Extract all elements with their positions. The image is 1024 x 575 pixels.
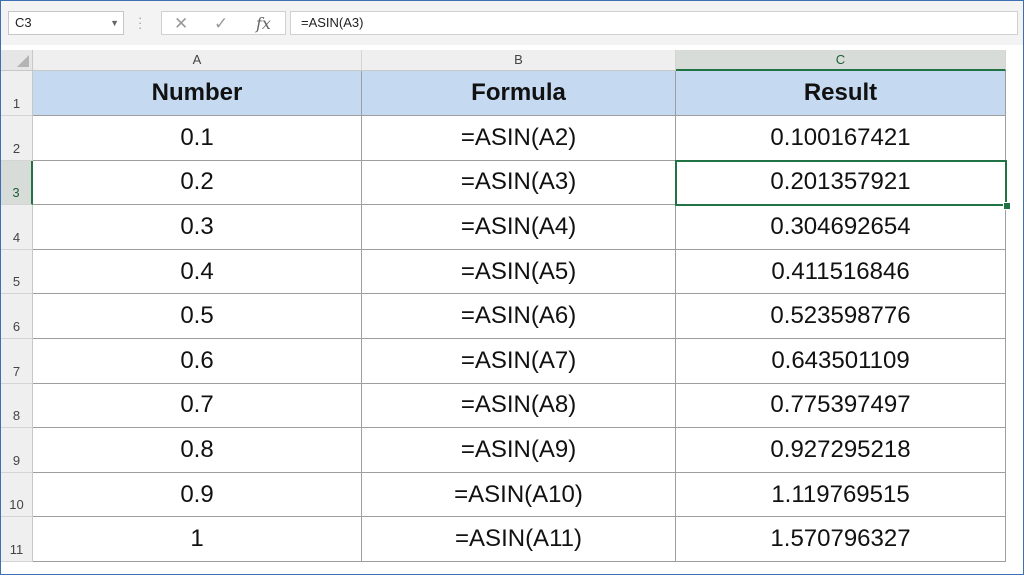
table-cell-result[interactable]: 0.775397497 (676, 383, 1006, 429)
select-all-icon (17, 55, 29, 67)
table-header-cell[interactable]: Number (33, 71, 362, 116)
row-header-1[interactable]: 1 (1, 71, 33, 116)
row-header-6[interactable]: 6 (1, 294, 33, 339)
close-icon[interactable]: ✕ (174, 14, 188, 34)
fill-handle[interactable] (1003, 202, 1011, 210)
formula-input[interactable]: =ASIN(A3) (290, 11, 1018, 35)
formula-buttons: ✕ ✓ fx (161, 11, 286, 35)
table-cell-number[interactable]: 0.4 (33, 249, 362, 295)
chevron-down-icon[interactable]: ▼ (110, 12, 119, 34)
table-cell-number[interactable]: 0.1 (33, 116, 362, 161)
table-cell-result[interactable]: 0.304692654 (676, 205, 1006, 250)
drag-handle-icon[interactable]: · · · (138, 11, 142, 34)
row-number: 2 (12, 140, 21, 156)
row-number: 7 (12, 363, 21, 379)
table-cell-number[interactable]: 0.5 (33, 294, 362, 339)
table-cell-formula[interactable]: =ASIN(A10) (362, 472, 676, 518)
column-header-b[interactable]: B (362, 50, 676, 71)
table-cell-number[interactable]: 0.8 (33, 428, 362, 473)
table-cell-formula[interactable]: =ASIN(A11) (362, 517, 676, 562)
table-cell-formula[interactable]: =ASIN(A7) (362, 339, 676, 384)
name-box[interactable]: C3 ▼ (8, 11, 124, 35)
column-header-c[interactable]: C (676, 50, 1006, 71)
table-cell-result[interactable]: 0.523598776 (676, 294, 1006, 339)
table-cell-result[interactable]: 0.643501109 (676, 339, 1006, 384)
table-cell-number[interactable]: 0.9 (33, 472, 362, 518)
table-cell-formula[interactable]: =ASIN(A2) (362, 116, 676, 161)
fx-icon[interactable]: fx (256, 14, 271, 34)
table-header-cell[interactable]: Formula (362, 71, 676, 116)
row-header-2[interactable]: 2 (1, 116, 33, 161)
table-cell-number[interactable]: 0.2 (33, 160, 362, 206)
formula-bar: C3 ▼ · · · ✕ ✓ fx =ASIN(A3) (1, 1, 1023, 45)
table-cell-formula[interactable]: =ASIN(A3) (362, 160, 676, 206)
row-number: 8 (12, 408, 21, 424)
table-cell-formula[interactable]: =ASIN(A4) (362, 205, 676, 250)
row-number: 5 (12, 274, 21, 290)
table-cell-formula[interactable]: =ASIN(A6) (362, 294, 676, 339)
table-cell-result[interactable]: 1.570796327 (676, 517, 1006, 562)
grid-bottom-edge (1, 562, 1023, 574)
row-header-10[interactable]: 10 (1, 472, 33, 518)
table-cell-result[interactable]: 0.100167421 (676, 116, 1006, 161)
name-box-value: C3 (15, 15, 32, 30)
row-number: 1 (12, 96, 21, 111)
row-header-5[interactable]: 5 (1, 249, 33, 295)
row-number: 11 (9, 541, 24, 557)
table-cell-number[interactable]: 0.6 (33, 339, 362, 384)
table-cell-result[interactable]: 0.411516846 (676, 249, 1006, 295)
table-cell-formula[interactable]: =ASIN(A8) (362, 383, 676, 429)
table-cell-number[interactable]: 0.3 (33, 205, 362, 250)
check-icon[interactable]: ✓ (214, 14, 228, 34)
row-number: 3 (12, 185, 20, 201)
table-cell-formula[interactable]: =ASIN(A9) (362, 428, 676, 473)
row-header-4[interactable]: 4 (1, 205, 33, 250)
row-header-9[interactable]: 9 (1, 428, 33, 473)
table-cell-result[interactable]: 0.201357921 (676, 160, 1006, 206)
select-all-corner[interactable] (1, 50, 33, 71)
row-header-3[interactable]: 3 (1, 160, 33, 206)
table-cell-result[interactable]: 1.119769515 (676, 472, 1006, 518)
table-header-cell[interactable]: Result (676, 71, 1006, 116)
row-header-7[interactable]: 7 (1, 339, 33, 384)
row-header-11[interactable]: 11 (1, 517, 33, 562)
row-number: 6 (12, 318, 21, 334)
column-header-a[interactable]: A (33, 50, 362, 71)
row-number: 4 (12, 229, 21, 245)
row-header-8[interactable]: 8 (1, 383, 33, 429)
table-cell-formula[interactable]: =ASIN(A5) (362, 249, 676, 295)
row-number: 9 (12, 452, 21, 468)
table-cell-result[interactable]: 0.927295218 (676, 428, 1006, 473)
table-cell-number[interactable]: 1 (33, 517, 362, 562)
row-number: 10 (9, 497, 24, 513)
table-cell-number[interactable]: 0.7 (33, 383, 362, 429)
